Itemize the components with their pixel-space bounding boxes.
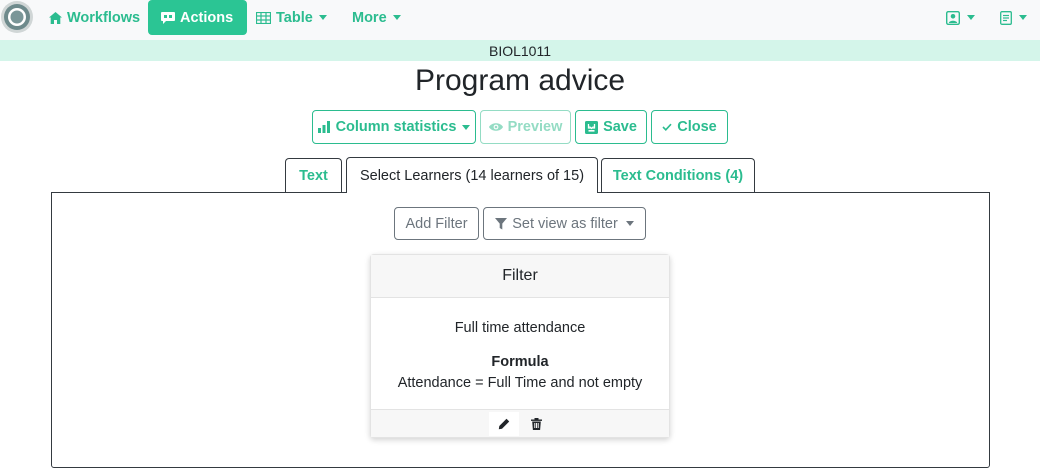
bar-chart-icon xyxy=(317,121,330,133)
nav-table-label: Table xyxy=(276,9,313,26)
set-view-label: Set view as filter xyxy=(512,215,618,232)
nav-actions-label: Actions xyxy=(180,9,234,26)
chevron-down-icon xyxy=(318,15,327,20)
top-navbar: Workflows Actions Table More xyxy=(0,0,1040,40)
filter-card-footer xyxy=(371,409,669,437)
chevron-down-icon xyxy=(625,221,634,226)
eye-icon xyxy=(488,123,503,131)
tab-select-learners[interactable]: Select Learners (14 learners of 15) xyxy=(346,157,598,193)
page-title: Program advice xyxy=(414,64,626,97)
tab-text[interactable]: Text xyxy=(285,158,342,193)
filter-card: Filter Full time attendance Formula Atte… xyxy=(370,254,670,438)
course-bar: BIOL1011 xyxy=(0,40,1040,61)
nav-table-dropdown[interactable]: Table xyxy=(256,0,327,35)
filter-card-header: Filter xyxy=(371,255,669,298)
tab-text-conditions-label: Text Conditions (4) xyxy=(612,168,744,184)
close-button[interactable]: Close xyxy=(651,110,728,144)
home-icon xyxy=(49,11,62,24)
set-view-as-filter-dropdown[interactable]: Set view as filter xyxy=(483,207,646,240)
close-label: Close xyxy=(677,119,717,135)
formula-text: Attendance = Full Time and not empty xyxy=(397,375,643,391)
trash-icon xyxy=(530,418,542,430)
save-button[interactable]: Save xyxy=(575,110,647,144)
user-menu-dropdown[interactable] xyxy=(946,0,975,35)
filter-icon xyxy=(495,217,508,229)
app-logo-icon[interactable] xyxy=(0,0,36,36)
user-icon xyxy=(946,10,960,25)
course-code: BIOL1011 xyxy=(488,42,551,59)
chevron-down-icon xyxy=(1019,15,1027,20)
chevron-down-icon xyxy=(392,15,401,20)
tab-text-label: Text xyxy=(299,168,328,184)
comment-icon xyxy=(161,11,175,24)
filter-name: Full time attendance xyxy=(454,320,586,336)
nav-actions[interactable]: Actions xyxy=(148,0,248,35)
save-label: Save xyxy=(603,119,637,135)
chevron-down-icon xyxy=(462,124,471,130)
formula-label: Formula xyxy=(491,354,549,370)
save-icon xyxy=(585,120,599,134)
check-icon xyxy=(662,123,672,131)
tab-text-conditions[interactable]: Text Conditions (4) xyxy=(601,158,755,193)
delete-filter-button[interactable] xyxy=(521,412,551,436)
nav-more-label: More xyxy=(352,9,387,26)
nav-workflows[interactable]: Workflows xyxy=(49,0,140,35)
pencil-icon xyxy=(498,418,510,430)
nav-workflows-label: Workflows xyxy=(67,9,141,26)
add-filter-button[interactable]: Add Filter xyxy=(394,207,479,240)
preview-button[interactable]: Preview xyxy=(480,110,571,144)
docs-menu-dropdown[interactable] xyxy=(1000,0,1027,35)
nav-more-dropdown[interactable]: More xyxy=(352,0,401,35)
document-icon xyxy=(1000,10,1012,25)
edit-filter-button[interactable] xyxy=(489,412,519,436)
column-statistics-button[interactable]: Column statistics xyxy=(312,110,476,144)
tab-select-learners-label: Select Learners (14 learners of 15) xyxy=(359,167,585,184)
add-filter-label: Add Filter xyxy=(405,215,468,232)
chevron-down-icon xyxy=(967,15,975,20)
preview-label: Preview xyxy=(507,119,563,135)
column-statistics-label: Column statistics xyxy=(335,119,457,135)
table-icon xyxy=(256,11,271,24)
